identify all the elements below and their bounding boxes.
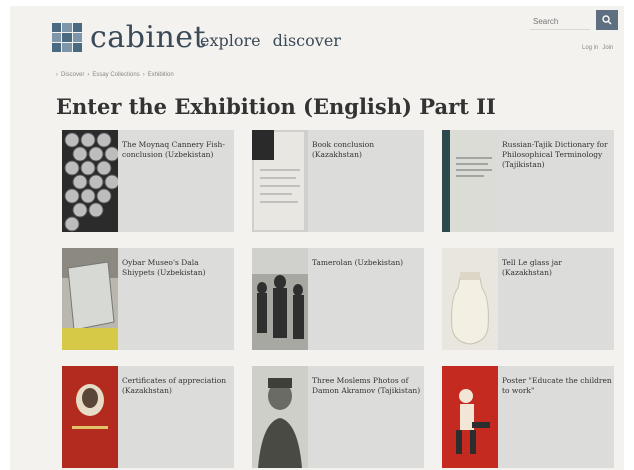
breadcrumb-item[interactable]: Discover xyxy=(61,72,84,78)
document-image xyxy=(252,130,308,232)
exhibit-card[interactable]: Oybar Museo's Dala Shiypets (Uzbekistan) xyxy=(62,248,234,350)
exhibit-title: Book conclusion (Kazakhstan) xyxy=(312,140,375,159)
breadcrumb: › Discover › Essay Collections › Exhibit… xyxy=(56,72,174,78)
logo[interactable]: cabinet xyxy=(52,20,206,55)
exhibit-card[interactable]: The Moynaq Cannery Fish-conclusion (Uzbe… xyxy=(62,130,234,232)
exhibit-card[interactable]: Certificates of appreciation (Kazakhstan… xyxy=(62,366,234,468)
breadcrumb-arrow-icon: › xyxy=(56,72,58,78)
breadcrumb-item[interactable]: Exhibition xyxy=(148,72,174,78)
exhibit-title: Oybar Museo's Dala Shiypets (Uzbekistan) xyxy=(122,258,206,277)
portrait-image xyxy=(252,366,308,468)
search-button[interactable] xyxy=(596,10,618,30)
search-icon xyxy=(602,15,612,25)
logo-text: cabinet xyxy=(90,20,207,55)
main-nav: explore discover xyxy=(200,31,341,50)
crowd-photo-image xyxy=(252,248,308,350)
dictionary-image xyxy=(442,130,498,232)
exhibit-title: Poster "Educate the children to work" xyxy=(502,376,612,395)
exhibit-title: Tamerolan (Uzbekistan) xyxy=(312,258,404,267)
glass-case-image xyxy=(62,248,118,350)
exhibit-title: Three Moslems Photos of Damon Akramov (T… xyxy=(312,376,421,395)
exhibit-title: Russian-Tajik Dictionary for Philosophic… xyxy=(502,140,608,169)
poster-image xyxy=(442,366,498,468)
nav-explore[interactable]: explore xyxy=(200,31,261,50)
exhibit-title: The Moynaq Cannery Fish-conclusion (Uzbe… xyxy=(122,140,225,159)
search-input[interactable] xyxy=(530,14,590,30)
nav-discover[interactable]: discover xyxy=(273,31,341,50)
join-link[interactable]: Join xyxy=(602,45,613,51)
breadcrumb-arrow-icon: › xyxy=(87,72,90,78)
fish-cans-image xyxy=(62,130,118,232)
login-link[interactable]: Log in xyxy=(582,45,598,51)
exhibit-title: Tell Le glass jar (Kazakhstan) xyxy=(502,258,562,277)
exhibit-title: Certificates of appreciation (Kazakhstan… xyxy=(122,376,227,395)
exhibit-card[interactable]: Tamerolan (Uzbekistan) xyxy=(252,248,424,350)
exhibit-card[interactable]: Book conclusion (Kazakhstan) xyxy=(252,130,424,232)
auth-links: Log in Join xyxy=(582,45,613,51)
page-title: Enter the Exhibition (English) Part II xyxy=(56,94,496,119)
exhibit-card[interactable]: Tell Le glass jar (Kazakhstan) xyxy=(442,248,614,350)
breadcrumb-arrow-icon: › xyxy=(142,72,145,78)
breadcrumb-item[interactable]: Essay Collections xyxy=(92,72,139,78)
exhibit-card[interactable]: Three Moslems Photos of Damon Akramov (T… xyxy=(252,366,424,468)
exhibit-card[interactable]: Russian-Tajik Dictionary for Philosophic… xyxy=(442,130,614,232)
cabinet-logo-icon xyxy=(52,22,82,53)
jar-image xyxy=(442,248,498,350)
red-certificate-image xyxy=(62,366,118,468)
exhibit-card[interactable]: Poster "Educate the children to work" xyxy=(442,366,614,468)
page: cabinet explore discover Log in Join › D… xyxy=(10,6,624,470)
